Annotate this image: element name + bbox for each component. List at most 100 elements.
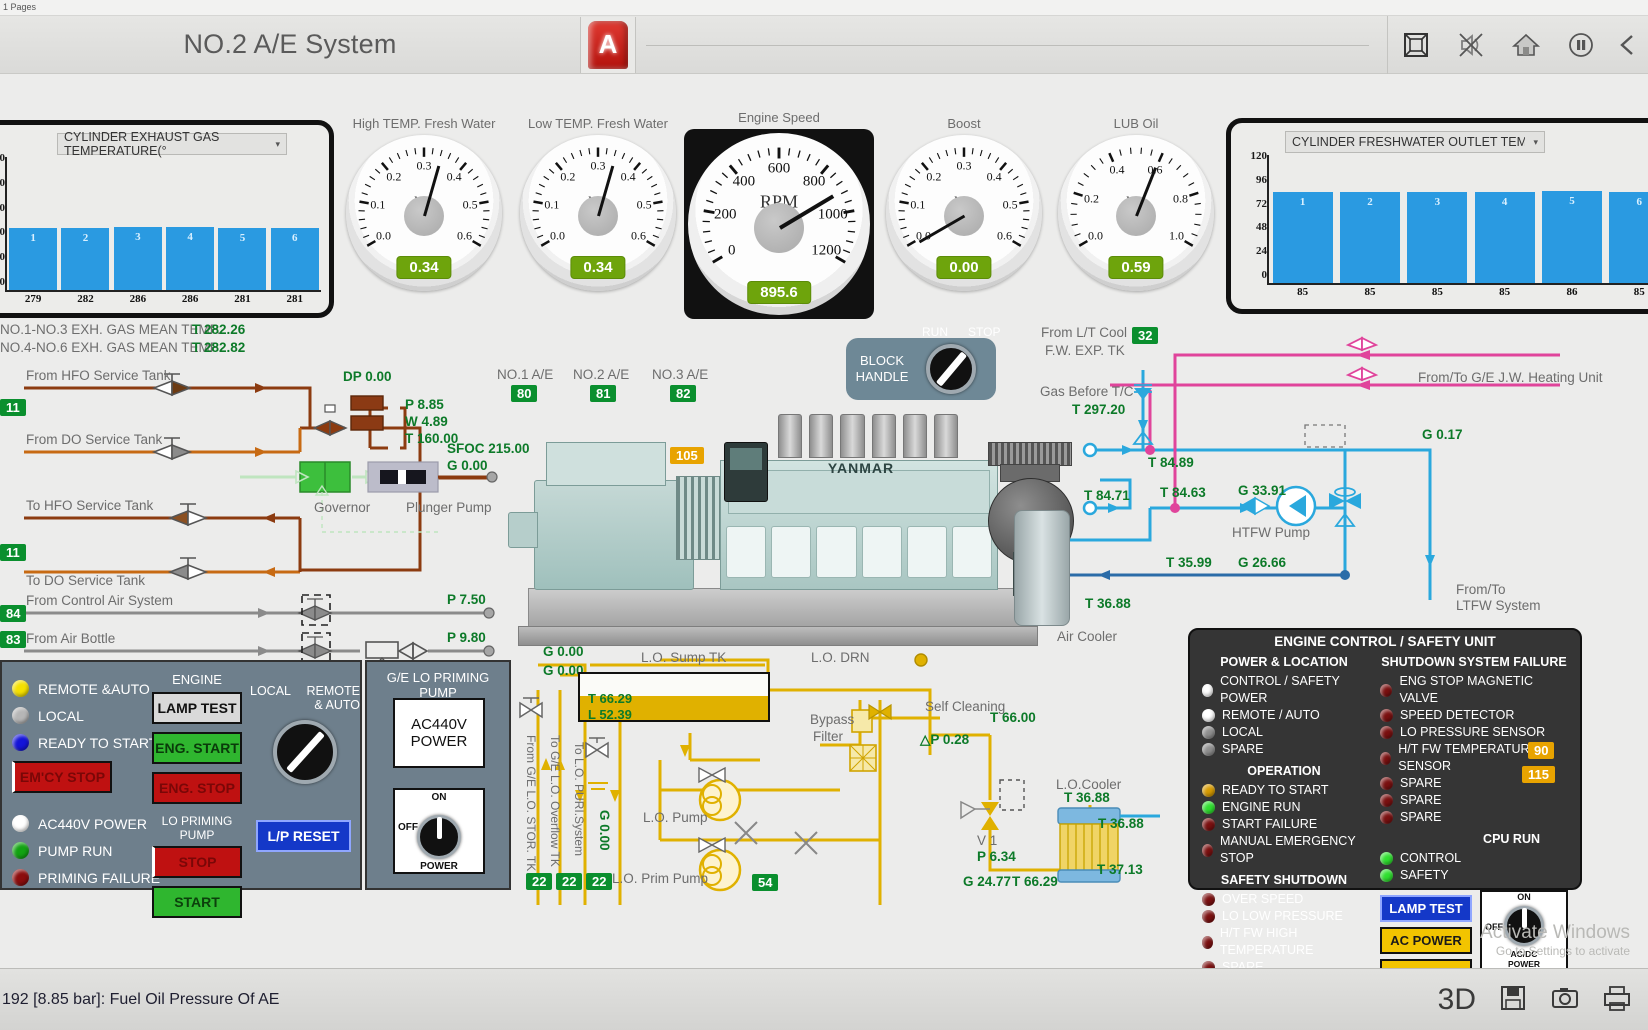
ecu-shutdown-failure-item-2: LO PRESSURE SENSOR: [1380, 724, 1568, 741]
value-fuel-flow: W 4.89: [405, 414, 448, 429]
engine-illustration: YANMAR: [508, 414, 1078, 670]
save-icon[interactable]: [1498, 983, 1528, 1016]
lamp-label: SAFETY: [1400, 868, 1449, 882]
lamp-icon: [1202, 726, 1215, 739]
lamp-test-button[interactable]: LAMP TEST: [152, 692, 242, 724]
home-icon[interactable]: [1498, 16, 1553, 74]
gauge-caption-high-temp-fresh-water: High TEMP. Fresh Water: [352, 116, 496, 131]
mode-selector-knob[interactable]: [273, 720, 337, 784]
bar-cylinder-freshwater-outlet-temperature-5: 5: [1541, 191, 1602, 283]
emcy-stop-button[interactable]: EM'CY STOP: [12, 761, 112, 793]
gauge-tick-engine-speed-1: 200: [713, 206, 737, 223]
bar-value-label: 85: [1364, 286, 1376, 298]
ecu-cpu-run-item-0: CONTROL: [1380, 850, 1568, 867]
page-title: NO.2 A/E System: [183, 29, 397, 59]
bar-index-label: 1: [1299, 196, 1306, 209]
bar-cylinder-exhaust-gas-temperature-2: 2: [61, 227, 110, 290]
lamp-icon: [1202, 801, 1215, 814]
eng-stop-button[interactable]: ENG. STOP: [152, 772, 242, 804]
gauge-caption-lub-oil: LUB Oil: [1113, 116, 1159, 131]
fullscreen-icon[interactable]: [1388, 16, 1443, 74]
lo-start-button[interactable]: START: [152, 886, 242, 918]
ecu-operation-item-3: MANUAL EMERGENCY STOP: [1202, 833, 1366, 867]
gauge-tick-engine-speed-3: 600: [767, 160, 791, 177]
block-handle-title2: HANDLE: [855, 369, 909, 384]
chart-title-select-exhaust[interactable]: CYLINDER EXHAUST GAS TEMPERATURE(° ▾: [57, 130, 287, 158]
lamp-icon: [1202, 818, 1215, 831]
gauge-caption-engine-speed: Engine Speed: [738, 110, 820, 125]
power-switch-knob[interactable]: [417, 815, 461, 859]
bar-index-label: 6: [1636, 196, 1643, 209]
block-handle-panel[interactable]: BLOCK HANDLE RUN STOP: [846, 325, 1000, 400]
label-from-do-service-tank: From DO Service Tank: [26, 432, 163, 447]
gauge-tick-boost-2: 0.2: [926, 169, 942, 184]
gauge-tick-high-temp-fresh-water-3: 0.3: [416, 158, 432, 173]
gauge-lub-oil: LUB Oil 0.00.20.40.60.81.0MPa0.59: [1058, 116, 1214, 291]
chart-title-select-freshwater[interactable]: CYLINDER FRESHWATER OUTLET TEMPERATURE(°…: [1285, 131, 1545, 153]
label-bypass-filter-1: Bypass: [810, 712, 855, 727]
gauge-tick-boost-1: 0.1: [910, 197, 926, 212]
eng-start-button[interactable]: ENG. START: [152, 732, 242, 764]
label-bypass-filter-2: Filter: [813, 729, 843, 744]
label-valve-v1: V 1: [977, 833, 998, 848]
bar-value-label: 282: [77, 293, 94, 305]
label-governor: Governor: [314, 500, 371, 515]
lamp-label: H/T FW HIGH TEMPERATURE: [1219, 926, 1314, 957]
mean-temp-label-1: NO.1-NO.3 EXH. GAS MEAN TEMP.: [0, 322, 221, 337]
x-labels-freshwater: 85 85 85 85 86 85: [1239, 285, 1648, 298]
3d-icon[interactable]: 3D: [1438, 983, 1476, 1017]
label-from-lt-cool-2: F.W. EXP. TK: [1045, 343, 1125, 358]
lo-sump-tank: T 66.29 L 52.39: [578, 672, 770, 722]
mute-icon[interactable]: [1443, 16, 1498, 74]
printer-icon[interactable]: [1602, 983, 1632, 1016]
power-switch-box[interactable]: ON OFF POWER: [393, 788, 485, 874]
value-ht-mid-temp: T 84.63: [1160, 485, 1206, 500]
statusbar-icons: 3D: [1438, 983, 1648, 1017]
label-from-to-ltfw-1: From/To: [1456, 582, 1506, 597]
value-lt-flow: G 26.66: [1238, 555, 1287, 570]
lamp-label: CONTROL / SAFETY POWER: [1220, 674, 1340, 705]
gauge-face-lub-oil: 0.00.20.40.60.81.0MPa0.59: [1058, 135, 1214, 291]
lamp-label: LO LOW PRESSURE: [1222, 909, 1343, 923]
value-lt-temp: T 35.99: [1166, 555, 1212, 570]
ecu-shutdown-failure-item-0: ENG STOP MAGNETIC VALVE: [1380, 673, 1568, 707]
gauge-tick-high-temp-fresh-water-0: 0.0: [375, 228, 391, 243]
block-handle-stop-label: STOP: [968, 325, 1001, 339]
ecu-lamp-test-button[interactable]: LAMP TEST: [1380, 895, 1472, 922]
label-htfw-pump: HTFW Pump: [1232, 525, 1311, 540]
value-cooler-out-temp: T 36.88: [1098, 816, 1144, 831]
statusbar: 192 [8.85 bar]: Fuel Oil Pressure Of AE …: [0, 968, 1648, 1030]
bar-value-label: 281: [286, 293, 304, 305]
block-handle-knob[interactable]: [926, 344, 976, 394]
bar-index-label: 3: [135, 230, 141, 243]
mean-temp-label-2: NO.4-NO.6 EXH. GAS MEAN TEMP: [0, 340, 219, 355]
lamp-icon-local: [12, 707, 29, 724]
gauge-tick-high-temp-fresh-water-1: 0.1: [370, 197, 386, 212]
y-axis-freshwater: 120 96 72 48 24 0: [1250, 150, 1268, 281]
ac440v-power-indicator: AC440V POWER: [393, 698, 485, 768]
lo-sump-level: L 52.39: [588, 707, 632, 722]
chevron-down-icon: ▾: [275, 138, 280, 149]
lamp-label: LO PRESSURE SENSOR: [1400, 725, 1546, 739]
title-spacer: [636, 16, 1387, 74]
pause-icon[interactable]: [1553, 16, 1608, 74]
bar-cylinder-exhaust-gas-temperature-6: 6: [270, 227, 319, 290]
camera-icon[interactable]: [1550, 983, 1580, 1016]
gauge-tick-lub-oil-0: 0.0: [1087, 228, 1103, 243]
lamp-label: SPARE: [1400, 776, 1442, 790]
lp-reset-button[interactable]: L/P RESET: [256, 820, 351, 852]
ecu-ac-power-button[interactable]: AC POWER: [1380, 927, 1472, 954]
back-icon[interactable]: [1608, 16, 1648, 74]
value-prim-temp: T 66.29: [1012, 874, 1058, 889]
gauge-high-temp-fresh-water: High TEMP. Fresh Water 0.0 0.1 0.2 0.3 0.4 0.5…: [346, 116, 502, 291]
label-lo-pump: L.O. Pump: [643, 810, 708, 825]
block-handle-run-label: RUN: [922, 325, 948, 339]
bar-cylinder-freshwater-outlet-temperature-6: 6: [1609, 192, 1648, 283]
gauge-tick-lub-oil-5: 1.0: [1169, 228, 1185, 243]
lo-stop-button[interactable]: STOP: [152, 846, 242, 878]
local-control-panel: REMOTE &AUTO LOCAL READY TO START EM'CY …: [0, 660, 362, 918]
alarm-indicator[interactable]: A: [580, 16, 636, 73]
lamp-label: ENG STOP MAGNETIC VALVE: [1399, 674, 1534, 705]
bar-cylinder-exhaust-gas-temperature-4: 4: [166, 226, 215, 290]
gauge-low-temp-fresh-water: Low TEMP. Fresh Water 0.0 0.1 0.2 0.3 0.4 0.5 0…: [520, 116, 676, 291]
